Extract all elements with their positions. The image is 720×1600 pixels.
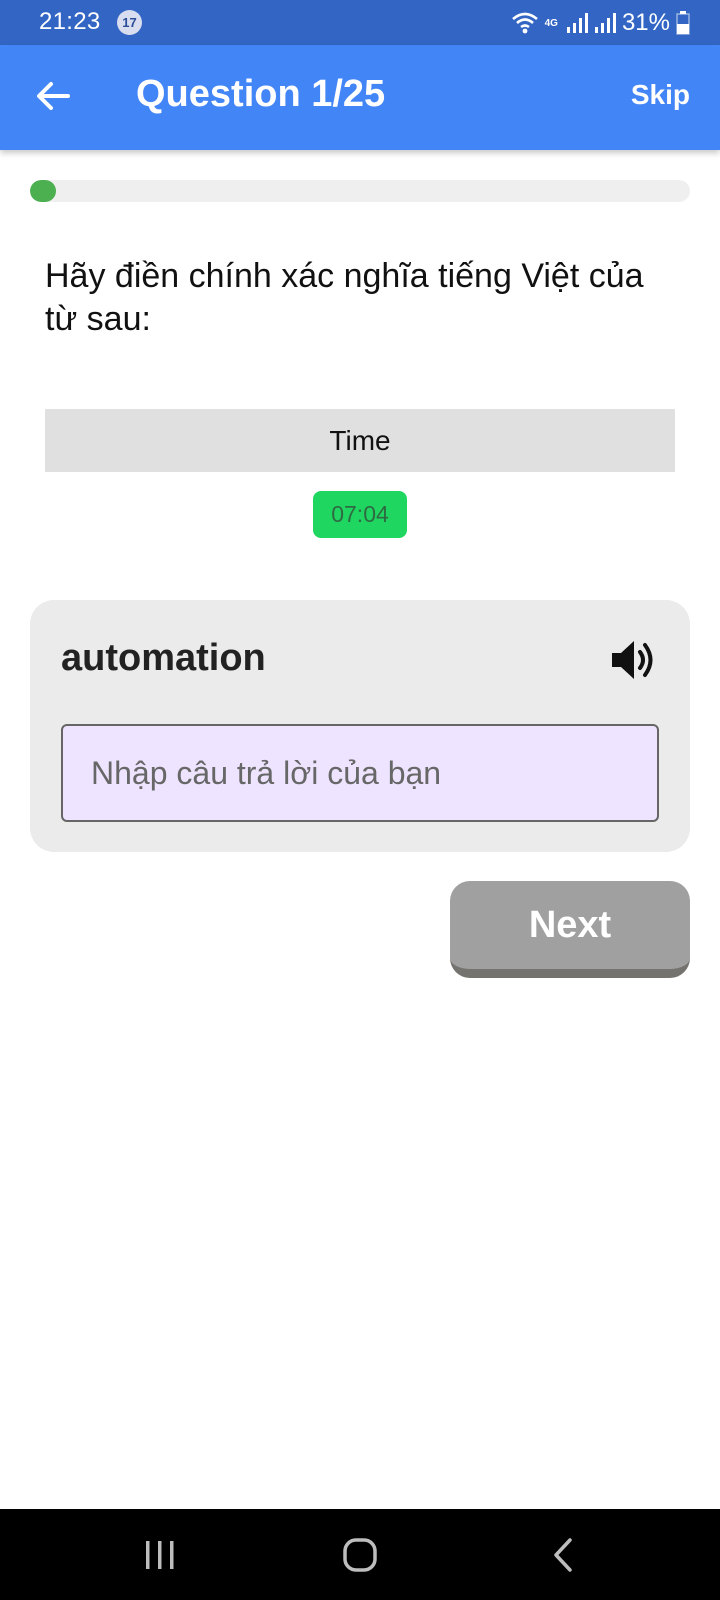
progress-bar: [30, 180, 690, 202]
answer-input[interactable]: [61, 724, 659, 822]
recents-icon: [146, 1540, 174, 1569]
arrow-left-icon: [37, 82, 70, 110]
status-icons: 4G 31%: [511, 6, 690, 40]
battery-icon: [676, 11, 690, 35]
question-prompt: Hãy điền chính xác nghĩa tiếng Việt của …: [45, 257, 644, 338]
vocabulary-word: automation: [61, 637, 266, 679]
question-title: Question 1/25: [136, 73, 386, 115]
timer-chip: 07:04: [313, 491, 407, 538]
system-nav-bar: [0, 1509, 720, 1600]
speaker-button[interactable]: [608, 635, 658, 685]
home-button[interactable]: [300, 1509, 420, 1600]
next-button[interactable]: Next: [450, 881, 690, 978]
time-label-bar: Time: [45, 409, 675, 472]
skip-button[interactable]: Skip: [631, 79, 690, 111]
battery-percent: 31%: [621, 9, 670, 36]
word-card: automation: [30, 600, 690, 852]
status-bar: 21:23 17 4G 31%: [0, 0, 720, 45]
back-button[interactable]: [30, 73, 76, 119]
network-type: 4G: [544, 17, 558, 29]
recents-button[interactable]: [100, 1509, 220, 1600]
speaker-icon: [612, 641, 653, 679]
signal-icon: [566, 13, 588, 33]
app-bar: Question 1/25 Skip: [0, 45, 720, 150]
status-time: 21:23: [39, 8, 101, 35]
signal-icon-2: [594, 13, 616, 33]
home-icon: [343, 1537, 377, 1572]
time-label: Time: [329, 424, 391, 456]
progress-fill: [30, 180, 57, 202]
nav-back-icon: [554, 1537, 572, 1572]
notification-count-badge: 17: [117, 10, 142, 35]
wifi-icon: [511, 12, 538, 34]
nav-back-button[interactable]: [503, 1509, 623, 1600]
